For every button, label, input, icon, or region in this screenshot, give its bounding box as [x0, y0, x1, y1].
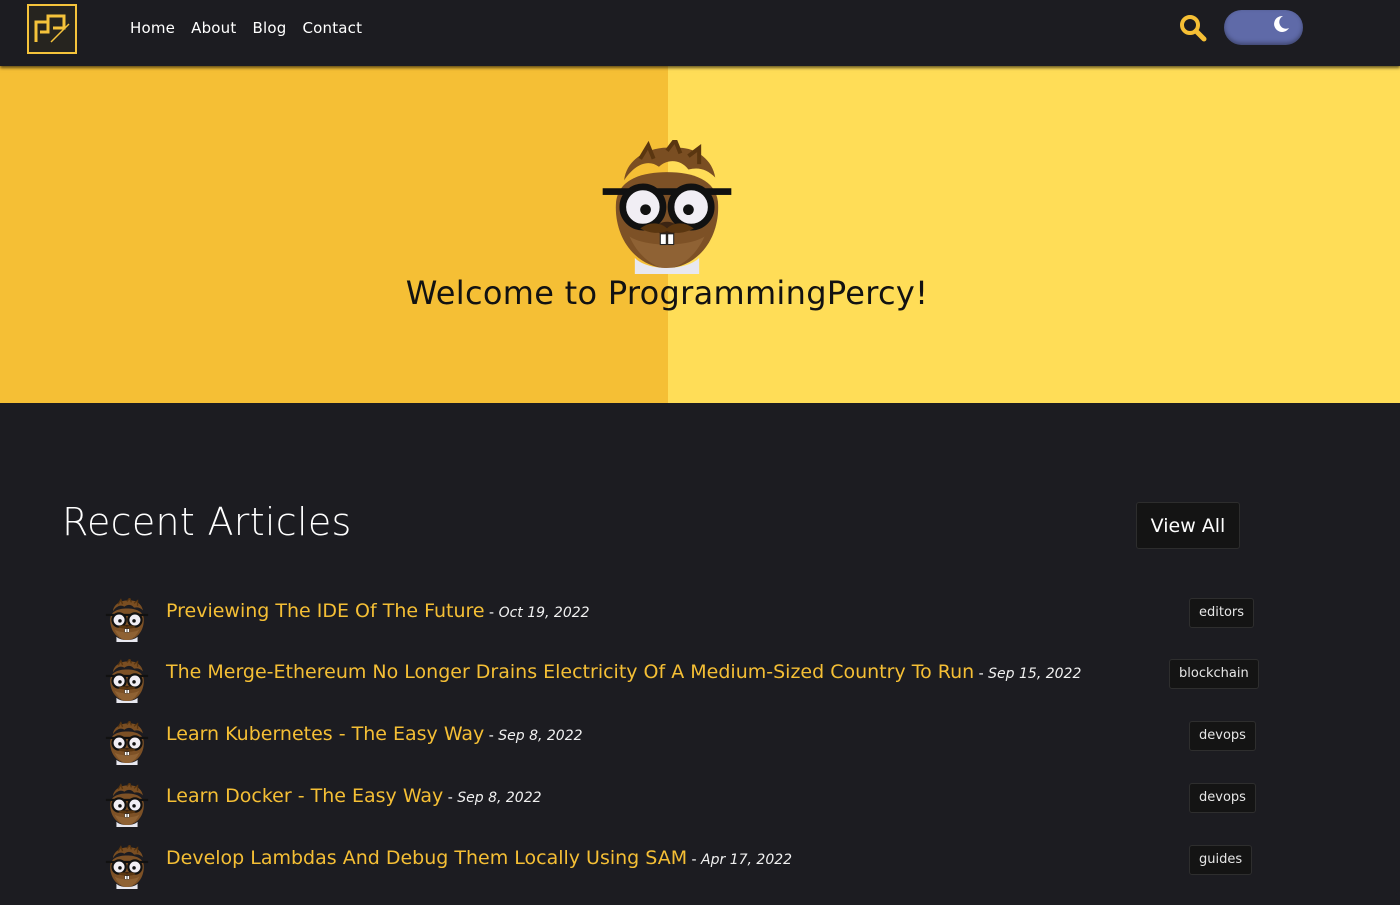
article-date: Apr 17, 2022	[701, 852, 793, 868]
article-separator: -	[974, 666, 989, 682]
navbar: Home About Blog Contact	[0, 0, 1400, 66]
gopher-avatar-icon	[105, 721, 149, 765]
gopher-avatar-icon	[105, 783, 149, 827]
article-text: Learn Docker - The Easy Way - Sep 8, 202…	[166, 783, 542, 811]
list-item: Previewing The IDE Of The Future - Oct 1…	[105, 598, 1265, 648]
nav-links: Home About Blog Contact	[130, 18, 362, 38]
theme-toggle[interactable]	[1224, 10, 1303, 45]
article-date: Oct 19, 2022	[498, 605, 590, 621]
nav-link-about[interactable]: About	[191, 18, 236, 38]
view-all-button[interactable]: View All	[1136, 502, 1240, 549]
list-item: The Merge-Ethereum No Longer Drains Elec…	[105, 659, 1265, 709]
nav-link-blog[interactable]: Blog	[252, 18, 286, 38]
article-title-link[interactable]: Develop Lambdas And Debug Them Locally U…	[166, 847, 687, 869]
list-item: Learn Docker - The Easy Way - Sep 8, 202…	[105, 783, 1265, 833]
gopher-avatar-icon	[105, 845, 149, 889]
article-date: Sep 15, 2022	[988, 666, 1082, 682]
list-item: Develop Lambdas And Debug Them Locally U…	[105, 845, 1265, 895]
site-logo[interactable]	[27, 4, 77, 54]
article-separator: -	[484, 728, 499, 744]
article-tag[interactable]: blockchain	[1169, 659, 1259, 689]
article-text: Previewing The IDE Of The Future - Oct 1…	[166, 598, 590, 626]
recent-articles-title: Recent Articles	[62, 500, 352, 544]
article-tag[interactable]: devops	[1189, 783, 1256, 813]
article-separator: -	[443, 790, 458, 806]
gopher-mascot-icon	[600, 140, 734, 274]
hero-banner: Welcome to ProgrammingPercy!	[0, 66, 1400, 403]
article-title-link[interactable]: The Merge-Ethereum No Longer Drains Elec…	[166, 661, 974, 683]
article-separator: -	[484, 605, 499, 621]
hero-title: Welcome to ProgrammingPercy!	[405, 274, 929, 312]
gopher-avatar-icon	[105, 659, 149, 703]
article-text: Develop Lambdas And Debug Them Locally U…	[166, 845, 792, 873]
moon-icon	[1274, 15, 1289, 32]
article-date: Sep 8, 2022	[457, 790, 542, 806]
article-title-link[interactable]: Learn Docker - The Easy Way	[166, 785, 443, 807]
article-text: Learn Kubernetes - The Easy Way - Sep 8,…	[166, 721, 583, 749]
article-tag[interactable]: devops	[1189, 721, 1256, 751]
hero-left-panel	[0, 66, 668, 403]
article-title-link[interactable]: Learn Kubernetes - The Easy Way	[166, 723, 484, 745]
list-item: Learn Kubernetes - The Easy Way - Sep 8,…	[105, 721, 1265, 771]
article-title-link[interactable]: Previewing The IDE Of The Future	[166, 600, 485, 622]
nav-link-contact[interactable]: Contact	[302, 18, 362, 38]
article-tag[interactable]: guides	[1189, 845, 1253, 875]
article-text: The Merge-Ethereum No Longer Drains Elec…	[166, 659, 1081, 687]
logo-icon	[34, 14, 70, 43]
article-separator: -	[687, 852, 702, 868]
nav-link-home[interactable]: Home	[130, 18, 175, 38]
article-tag[interactable]: editors	[1189, 598, 1255, 628]
gopher-avatar-icon	[105, 598, 149, 642]
search-icon[interactable]	[1178, 13, 1208, 43]
article-date: Sep 8, 2022	[498, 728, 583, 744]
